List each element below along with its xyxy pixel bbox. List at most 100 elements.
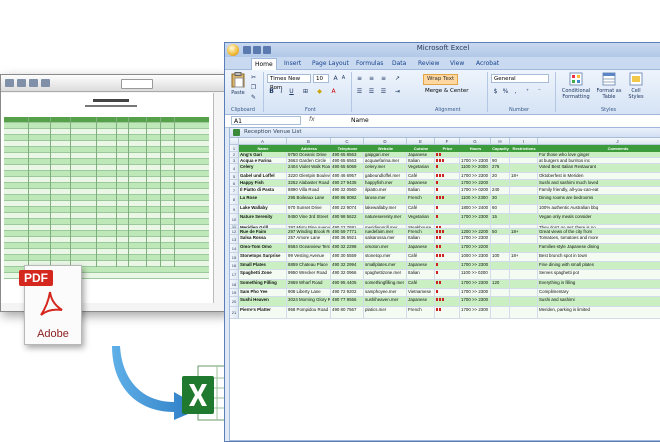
cell-name[interactable]: Sam Pho Yee <box>239 289 287 297</box>
cell-restr[interactable] <box>510 289 538 297</box>
cell-address[interactable]: 257 Amore Lane <box>287 235 331 244</box>
tab-formulas[interactable]: Formulas <box>353 58 386 69</box>
cell-cuisine[interactable]: Japanese <box>407 180 435 187</box>
cell-tel[interactable]: 490 98 5622 <box>331 214 364 225</box>
cell-web[interactable]: ilpiatto.mer <box>364 187 407 195</box>
cell-name[interactable]: Nature Serenity <box>239 214 287 225</box>
increase-decimal-icon[interactable]: ⁺ <box>523 87 532 96</box>
column-title[interactable]: Hours <box>460 146 491 151</box>
price-cell[interactable] <box>435 262 460 270</box>
percent-icon[interactable]: % <box>501 87 510 96</box>
price-cell[interactable] <box>435 187 460 195</box>
cell-comment[interactable]: Fine dining with small plates <box>538 262 660 270</box>
cell-tel[interactable]: 490 30 5559 <box>331 253 364 262</box>
zoom-field[interactable] <box>121 79 153 89</box>
cell-cuisine[interactable]: Vegetarian <box>407 214 435 225</box>
row-header[interactable]: 21 <box>230 307 239 319</box>
cell-web[interactable]: sushiheaven.mer <box>364 297 407 307</box>
cell-hours[interactable]: 1700 >> 2300 <box>460 262 491 270</box>
indent-icon[interactable]: ⇥ <box>393 87 402 96</box>
cell-tel[interactable]: 490 32 2298 <box>331 244 364 253</box>
cell-cuisine[interactable]: Café <box>407 253 435 262</box>
merge-center-button[interactable]: Merge & Center <box>423 87 475 96</box>
cell-web[interactable]: lakewallaby.mer <box>364 205 407 214</box>
cell-tel[interactable]: 490 65 6069 <box>331 164 364 173</box>
cell-cap[interactable]: 100 <box>491 253 510 262</box>
print-icon[interactable] <box>5 79 14 87</box>
cell-address[interactable]: 3252 Alabaster Road <box>287 180 331 187</box>
cell-restr[interactable]: 18+ <box>510 173 538 180</box>
cell-web[interactable]: platics.mer <box>364 307 407 319</box>
cell-comment[interactable]: Best brunch spot in town <box>538 253 660 262</box>
cell-address[interactable]: 8890 Villa Road <box>287 187 331 195</box>
cell-cuisine[interactable]: Vietnamese <box>407 289 435 297</box>
cell-cap[interactable] <box>491 244 510 253</box>
bold-button[interactable]: B <box>267 87 276 96</box>
cell-hours[interactable]: 1700 >> 2300 <box>460 235 491 244</box>
comma-icon[interactable]: , <box>511 87 520 96</box>
cell-restr[interactable] <box>510 280 538 289</box>
font-color-icon[interactable]: A <box>329 87 338 96</box>
column-header[interactable]: J <box>538 138 660 145</box>
font-size-select[interactable]: 10 <box>313 74 329 83</box>
number-format-select[interactable]: General <box>491 74 549 83</box>
cell-tel[interactable]: 490 77 9556 <box>331 297 364 307</box>
cell-hours[interactable]: 1700 >> 2300 <box>460 307 491 319</box>
cell-comment[interactable]: Tomatoes, tomatoes and more <box>538 235 660 244</box>
page-icon[interactable] <box>41 79 50 87</box>
format-as-table-button[interactable]: Format as Table <box>595 72 623 100</box>
cell-cuisine[interactable]: Café <box>407 173 435 180</box>
select-all-corner[interactable] <box>230 138 239 145</box>
cell-cap[interactable]: 120 <box>491 280 510 289</box>
row-header[interactable]: 19 <box>230 289 239 297</box>
price-cell[interactable] <box>435 307 460 319</box>
tab-view[interactable]: View <box>447 58 467 69</box>
formula-input[interactable]: Name <box>351 116 369 125</box>
cell-web[interactable]: omoton.mer <box>364 244 407 253</box>
cell-restr[interactable] <box>510 195 538 205</box>
align-left-icon[interactable]: ☰ <box>355 87 364 96</box>
row-header[interactable]: 16 <box>230 262 239 270</box>
cell-cuisine[interactable]: French <box>407 195 435 205</box>
cell-restr[interactable]: 18+ <box>510 253 538 262</box>
price-cell[interactable] <box>435 244 460 253</box>
cell-cap[interactable]: 20 <box>491 173 510 180</box>
price-cell[interactable] <box>435 195 460 205</box>
column-header[interactable]: I <box>510 138 538 145</box>
cell-web[interactable]: natureserenity.mer <box>364 214 407 225</box>
fill-color-icon[interactable]: ◆ <box>315 87 324 96</box>
cell-web[interactable]: spaghettizone.mer <box>364 270 407 280</box>
cell-web[interactable]: happyfish.mer <box>364 180 407 187</box>
cell-name[interactable]: Sushi Heaven <box>239 297 287 307</box>
cell-address[interactable]: 9950 Wrecker Road <box>287 270 331 280</box>
cell-hours[interactable]: 1100 >> 2000 <box>460 164 491 173</box>
cell-restr[interactable] <box>510 307 538 319</box>
cell-address[interactable]: 3220 Glentpin Boulevard <box>287 173 331 180</box>
name-box[interactable]: A1 <box>231 116 301 125</box>
cell-styles-button[interactable]: Cell Styles <box>625 72 647 100</box>
cell-address[interactable]: 3024 Morning Glory Road <box>287 297 331 307</box>
italic-button[interactable]: I <box>277 87 286 96</box>
cell-restr[interactable] <box>510 180 538 187</box>
row-header[interactable]: 17 <box>230 270 239 280</box>
cell-cuisine[interactable]: French <box>407 307 435 319</box>
cell-name[interactable]: Stonetops Surprise <box>239 253 287 262</box>
column-header[interactable]: B <box>287 138 331 145</box>
cell-cap[interactable]: 240 <box>491 187 510 195</box>
cell-comment[interactable]: Sushi and sashimi <box>538 297 660 307</box>
row-header[interactable]: 9 <box>230 205 239 214</box>
cell-tel[interactable]: 490 72 9202 <box>331 289 364 297</box>
price-cell[interactable] <box>435 235 460 244</box>
align-top-icon[interactable]: ≡ <box>355 74 364 83</box>
cell-cap[interactable]: 30 <box>491 195 510 205</box>
cell-tel[interactable]: 490 32 2994 <box>331 262 364 270</box>
cell-address[interactable]: 2404 Violet Walk Road <box>287 164 331 173</box>
price-cell[interactable] <box>435 253 460 262</box>
cell-cap[interactable] <box>491 262 510 270</box>
cell-hours[interactable]: 1800 >> 2400 <box>460 205 491 214</box>
column-title[interactable]: Cuisine <box>407 146 435 151</box>
fx-icon[interactable]: fx <box>309 116 315 123</box>
column-header[interactable]: E <box>407 138 435 145</box>
column-header[interactable]: D <box>364 138 407 145</box>
cell-cuisine[interactable]: Café <box>407 280 435 289</box>
